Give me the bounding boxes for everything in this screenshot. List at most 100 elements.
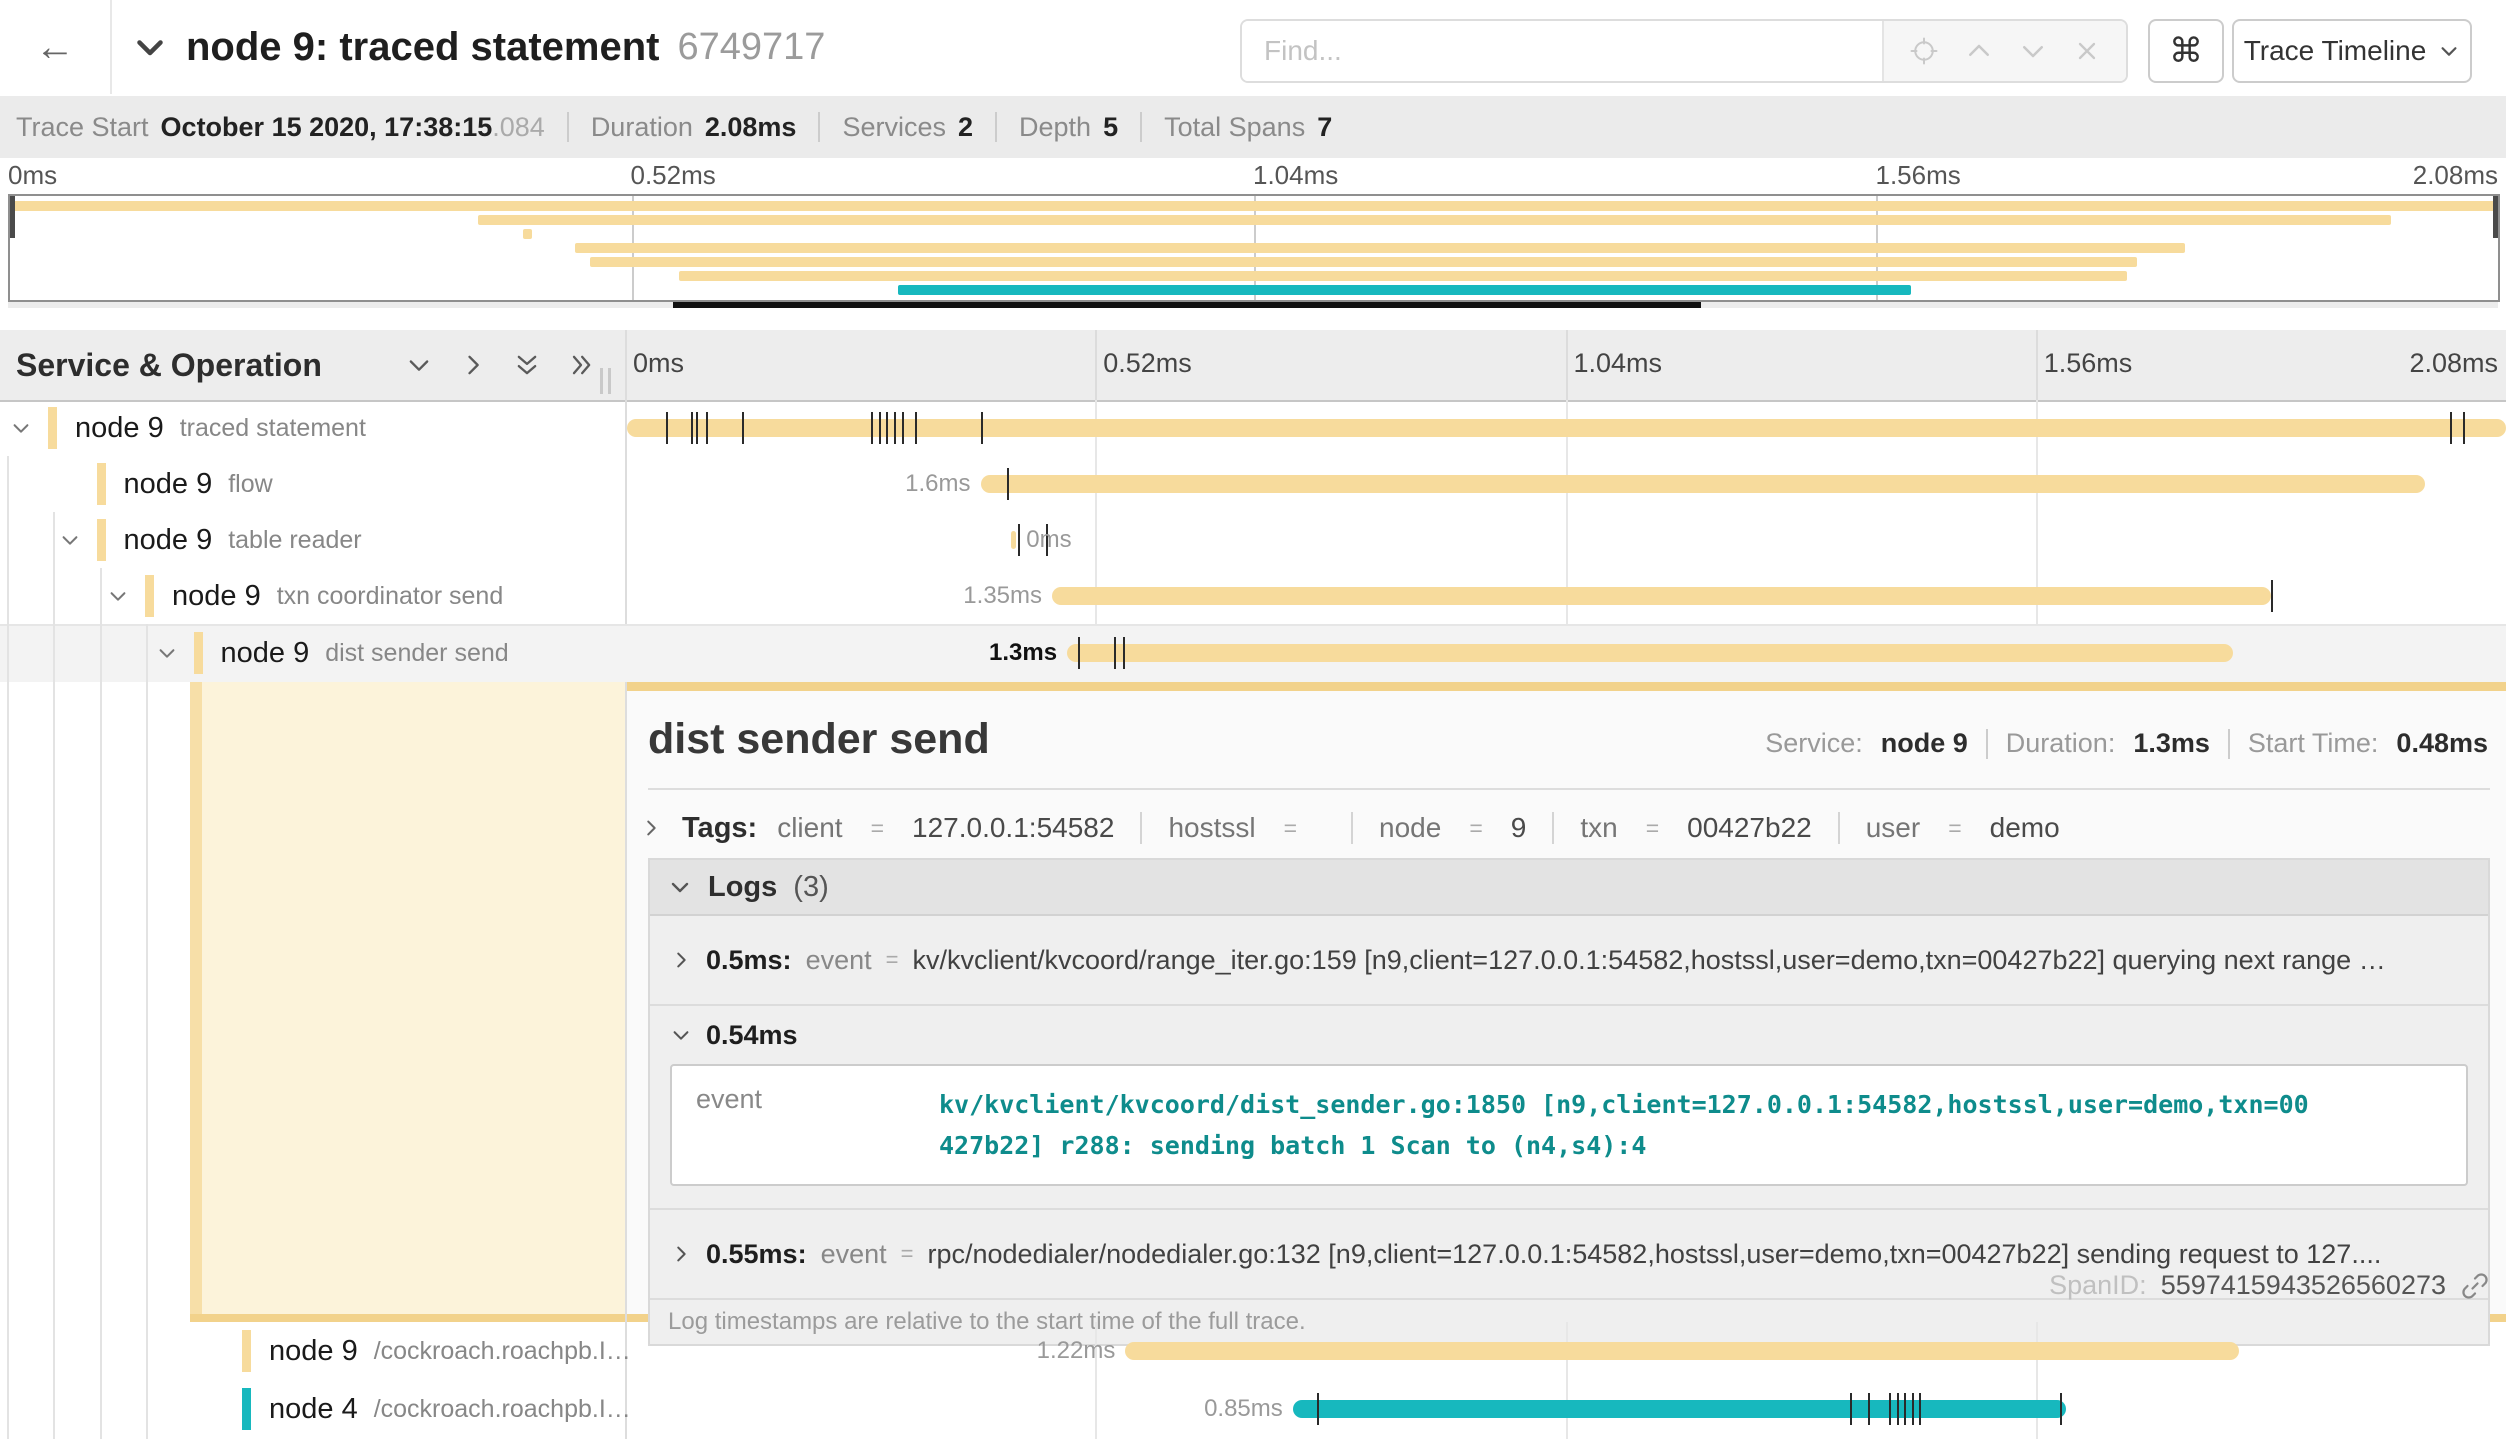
expand-one-icon[interactable] — [459, 351, 487, 379]
tag-key: node — [1379, 812, 1441, 844]
span-row[interactable]: node 9txn coordinator send1.35ms — [0, 568, 2506, 624]
log-event-tick — [1912, 1393, 1914, 1425]
span-duration-bar[interactable] — [1293, 1400, 2066, 1418]
span-duration-label: 1.3ms — [989, 639, 1057, 667]
minimap-viewport-segment[interactable] — [673, 302, 1701, 308]
ruler-gridline — [1095, 330, 1097, 400]
ruler-tick-label: 0ms — [633, 348, 684, 379]
next-match-icon[interactable] — [2018, 36, 2048, 66]
trace-id: 6749717 — [677, 26, 825, 69]
minimap-drag-handle[interactable] — [2493, 196, 2498, 238]
logs-count: (3) — [793, 871, 828, 904]
tree-guide-line — [7, 456, 9, 1439]
collapse-chevron-icon[interactable] — [156, 642, 194, 664]
summary-value: 2.08ms — [705, 112, 797, 143]
span-duration-bar[interactable] — [1011, 531, 1017, 549]
span-color-bar — [48, 407, 57, 449]
collapse-chevron-icon[interactable] — [107, 585, 145, 607]
minimap-tick-labels: 0ms0.52ms1.04ms1.56ms2.08ms — [0, 158, 2506, 194]
ruler-tick-label: 2.08ms — [2409, 348, 2498, 379]
span-duration-bar[interactable] — [1067, 644, 2233, 662]
span-timeline-cell[interactable]: 1.22ms — [625, 1322, 2506, 1380]
log-event-tick — [915, 412, 917, 444]
tag-key: client — [777, 812, 842, 844]
span-duration-bar[interactable] — [1052, 587, 2271, 605]
span-row[interactable]: node 4/cockroach.roachpb.I…0.85ms — [0, 1380, 2506, 1438]
span-name-cell[interactable]: node 9table reader — [0, 512, 625, 568]
tag-equals: = — [1469, 815, 1482, 842]
span-name-cell[interactable]: node 9dist sender send — [0, 624, 625, 682]
span-timeline-cell[interactable] — [625, 400, 2506, 456]
command-icon: ⌘ — [2169, 31, 2203, 71]
log-event-tick — [1850, 1393, 1852, 1425]
span-duration-bar[interactable] — [981, 475, 2426, 493]
span-id-row: SpanID: 5597415943526560273 — [2049, 1270, 2490, 1301]
detail-divider — [648, 788, 2490, 790]
span-duration-bar[interactable] — [1125, 1342, 2239, 1360]
find-input[interactable] — [1242, 21, 1882, 81]
span-name-cell[interactable]: node 4/cockroach.roachpb.I… — [0, 1380, 625, 1438]
span-timeline-cell[interactable]: 0ms — [625, 512, 2506, 568]
span-color-bar — [97, 463, 106, 505]
prev-match-icon[interactable] — [1964, 36, 1994, 66]
log-field-value: rpc/nodedialer/nodedialer.go:132 [n9,cli… — [928, 1239, 2382, 1270]
span-timeline-cell[interactable]: 0.85ms — [625, 1380, 2506, 1438]
span-operation-name: txn coordinator send — [277, 582, 504, 611]
find-box — [1240, 19, 2128, 83]
summary-label: Services — [842, 112, 946, 143]
log-event-tick — [2463, 412, 2465, 444]
meta-value: 1.3ms — [2133, 728, 2210, 759]
column-resize-handle[interactable] — [600, 368, 616, 394]
minimap-span-bar — [575, 243, 2185, 253]
log-event-tick — [2271, 580, 2273, 612]
log-event-tick — [666, 412, 668, 444]
span-timeline-cell[interactable]: 1.6ms — [625, 456, 2506, 512]
span-timeline-cell[interactable]: 1.35ms — [625, 568, 2506, 624]
span-timeline-cell[interactable]: 1.3ms — [625, 624, 2506, 682]
log-event-tick — [1078, 637, 1080, 669]
expand-all-icon[interactable] — [567, 351, 595, 379]
span-name-cell[interactable]: node 9txn coordinator send — [0, 568, 625, 624]
back-arrow-icon: ← — [35, 25, 75, 70]
span-row[interactable]: node 9dist sender send 1.3ms — [0, 624, 2506, 682]
log-event-tick — [1868, 1393, 1870, 1425]
span-name-cell[interactable]: node 9traced statement — [0, 400, 625, 456]
log-entry-header[interactable]: 0.54ms — [650, 1006, 2488, 1064]
clear-search-icon[interactable] — [2073, 37, 2101, 65]
minimap-scrubber-track[interactable] — [8, 302, 2498, 308]
minimap-span-bar — [679, 271, 2127, 281]
tree-guide-line — [53, 512, 55, 1439]
span-name-cell[interactable]: node 9flow — [0, 456, 625, 512]
service-operation-header: Service & Operation — [0, 330, 625, 402]
tag-key: hostssl — [1168, 812, 1255, 844]
locate-icon[interactable] — [1909, 36, 1939, 66]
collapse-chevron-icon[interactable] — [59, 529, 97, 551]
keyboard-shortcuts-button[interactable]: ⌘ — [2148, 19, 2224, 83]
span-row[interactable]: node 9flow1.6ms — [0, 456, 2506, 512]
span-row[interactable]: node 9/cockroach.roachpb.I…1.22ms — [0, 1322, 2506, 1380]
logs-body: 0.5ms:event=kv/kvclient/kvcoord/range_it… — [650, 916, 2488, 1298]
log-event-tick — [706, 412, 708, 444]
tag-equals: = — [871, 815, 884, 842]
link-icon[interactable] — [2460, 1271, 2490, 1301]
span-row[interactable]: node 9table reader0ms — [0, 512, 2506, 568]
trace-view-selector[interactable]: Trace Timeline — [2232, 19, 2472, 83]
minimap-canvas[interactable] — [8, 194, 2500, 302]
collapse-one-icon[interactable] — [405, 351, 433, 379]
chevron-right-icon[interactable] — [640, 817, 662, 839]
log-event-tick — [894, 412, 896, 444]
tags-row[interactable]: Tags:client=127.0.0.1:54582hostssl=node=… — [640, 800, 2060, 856]
minimap-drag-handle[interactable] — [10, 196, 15, 238]
span-name-cell[interactable]: node 9/cockroach.roachpb.I… — [0, 1322, 625, 1380]
chevron-down-icon — [668, 875, 692, 899]
collapse-all-icon[interactable] — [513, 351, 541, 379]
summary-label: Total Spans — [1164, 112, 1305, 143]
back-button[interactable]: ← — [0, 0, 112, 94]
span-duration-bar[interactable] — [627, 419, 2506, 437]
collapse-chevron-icon[interactable] — [10, 417, 48, 439]
logs-header[interactable]: Logs (3) — [650, 860, 2488, 916]
log-kv-table: eventkv/kvclient/kvcoord/dist_sender.go:… — [670, 1064, 2468, 1186]
span-row[interactable]: node 9traced statement — [0, 400, 2506, 456]
log-entry[interactable]: 0.5ms:event=kv/kvclient/kvcoord/range_it… — [650, 916, 2488, 1004]
collapse-trace-header-icon[interactable] — [132, 29, 168, 65]
